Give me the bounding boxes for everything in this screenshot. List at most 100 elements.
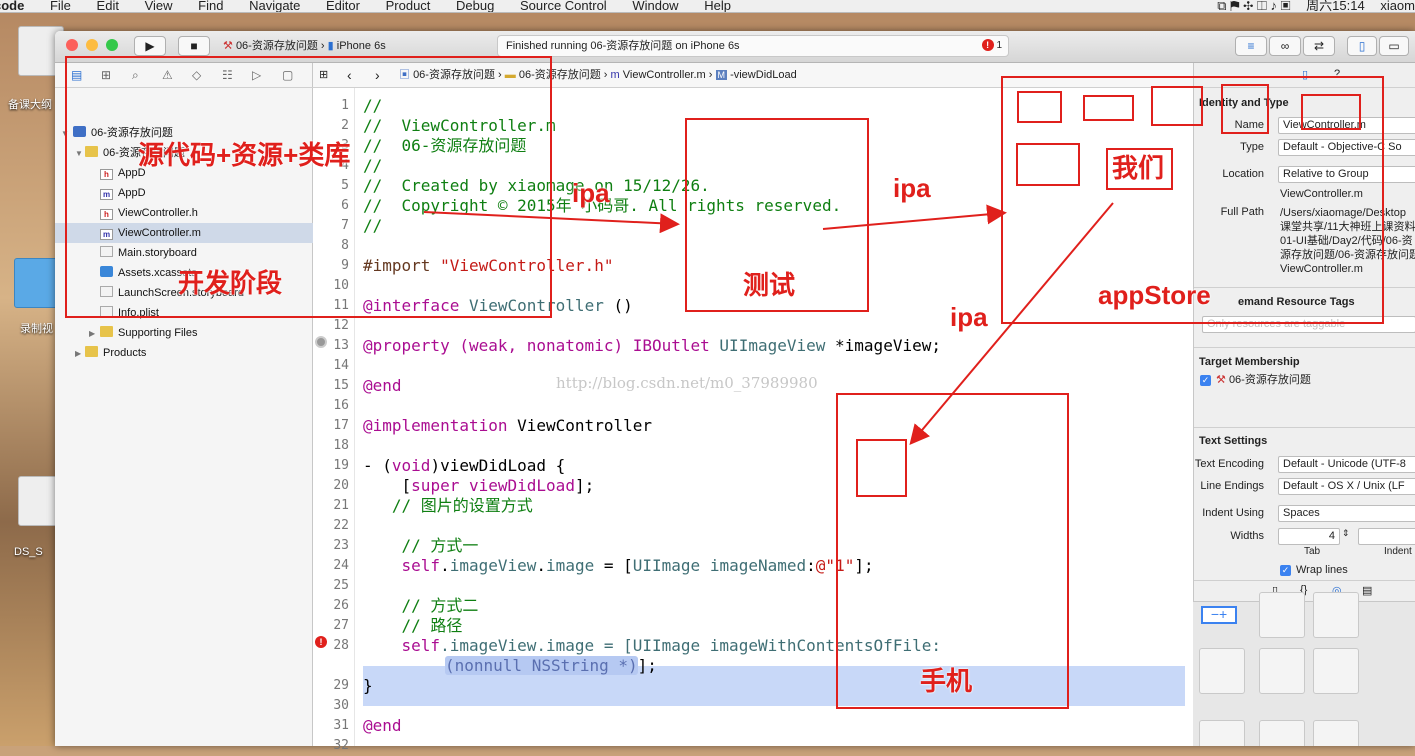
minimize-button[interactable] — [86, 39, 98, 51]
target-checkbox[interactable]: ✓ — [1200, 375, 1211, 386]
image-view-object-icon[interactable] — [1259, 648, 1305, 694]
indent-label: Indent — [1384, 546, 1412, 557]
line-number: 27 — [333, 618, 349, 633]
collection-object-icon[interactable] — [1313, 592, 1359, 638]
stepper-object-icon[interactable]: −+ — [1201, 606, 1237, 624]
run-button[interactable]: ▶ — [134, 36, 166, 56]
token: IBOutlet — [632, 336, 720, 355]
standard-editor-button[interactable]: ≡ — [1235, 36, 1267, 56]
toggle-navigator-button[interactable]: ▯ — [1347, 36, 1377, 56]
panel-bottom-icon: ▭ — [1388, 39, 1400, 53]
code-line: // 方式二 — [363, 596, 479, 615]
menu-find[interactable]: Find — [198, 0, 223, 12]
annotation-app-box — [1083, 95, 1134, 121]
line-number: 23 — [333, 538, 349, 553]
line-number: 17 — [333, 418, 349, 433]
disclosure-closed-icon[interactable]: ▶ — [89, 329, 95, 338]
wrap-checkbox[interactable]: ✓ — [1280, 565, 1291, 576]
user-name[interactable]: xiaom — [1380, 0, 1415, 13]
target-label: 06-资源存放问题 — [1228, 374, 1311, 386]
token: image — [546, 556, 595, 575]
menu-app-name[interactable]: code — [0, 0, 24, 12]
app-target-icon: ⚒ — [1216, 374, 1226, 386]
close-button[interactable] — [66, 39, 78, 51]
annotation-app-box — [1221, 84, 1269, 134]
token: )viewDidLoad { — [430, 456, 566, 475]
menu-source-control[interactable]: Source Control — [520, 0, 607, 12]
outlet-connection-icon[interactable] — [315, 336, 327, 348]
field-label: Text Encoding — [1194, 458, 1264, 470]
menu-navigate[interactable]: Navigate — [249, 0, 300, 12]
wrap-label: Wrap lines — [1296, 564, 1348, 576]
code-line: } — [363, 676, 373, 695]
menu-view[interactable]: View — [145, 0, 173, 12]
toggle-debug-button[interactable]: ▭ — [1379, 36, 1409, 56]
watermark: http://blog.csdn.net/m0_37989980 — [556, 374, 818, 392]
status-icons[interactable]: ⧉ ⚑ ✣ ◫ ♪ ▣ — [1217, 0, 1290, 13]
indent-width-field[interactable] — [1358, 528, 1415, 545]
token: : — [806, 556, 816, 575]
line-number: 18 — [333, 438, 349, 453]
annotation-app-box — [856, 439, 907, 497]
line-number: 29 — [333, 678, 349, 693]
tree-item-group[interactable]: Supporting Files — [100, 323, 198, 343]
encoding-select[interactable]: Default - Unicode (UTF-8 — [1278, 456, 1415, 473]
desktop-folder-icon[interactable] — [14, 258, 60, 308]
menu-file[interactable]: File — [50, 0, 71, 12]
object-library: −+ — [1193, 592, 1415, 746]
code-line: // 方式一 — [363, 536, 479, 555]
menu-debug[interactable]: Debug — [456, 0, 494, 12]
token: - ( — [363, 456, 392, 475]
line-number: 25 — [333, 578, 349, 593]
line-number: 19 — [333, 458, 349, 473]
code-line: (nonnull NSString *)]; — [445, 656, 657, 676]
error-marker-icon[interactable]: ! — [315, 636, 327, 648]
token: UIImageView — [719, 336, 826, 355]
venn-icon: ∞ — [1280, 39, 1290, 53]
text-view-object-icon[interactable] — [1259, 720, 1305, 746]
line-endings-select[interactable]: Default - OS X / Unix (LF — [1278, 478, 1415, 495]
token: (weak, nonatomic) — [459, 336, 633, 355]
annotation-we: 我们 — [1112, 153, 1165, 183]
stepper-icon[interactable]: ⇕ — [1342, 528, 1350, 539]
media-library-icon[interactable]: ▤ — [1362, 584, 1372, 597]
menu-editor[interactable]: Editor — [326, 0, 360, 12]
line-number: 12 — [333, 318, 349, 333]
menu-product[interactable]: Product — [386, 0, 431, 12]
library-object-icon[interactable] — [1199, 720, 1245, 746]
sidebar-left-icon: ▯ — [1358, 39, 1366, 53]
token: super — [411, 476, 460, 495]
breadcrumb-item[interactable]: -viewDidLoad — [730, 69, 797, 81]
line-number: 30 — [333, 698, 349, 713]
activity-status: Finished running 06-资源存放问题 on iPhone 6s — [506, 40, 740, 52]
annotation-source: 源代码+资源+类库 — [138, 140, 351, 170]
disclosure-closed-icon[interactable]: ▶ — [75, 349, 81, 358]
token: UIImage — [632, 556, 701, 575]
zoom-button[interactable] — [106, 39, 118, 51]
assistant-editor-button[interactable]: ∞ — [1269, 36, 1301, 56]
placeholder-token[interactable]: (nonnull NSString *) — [445, 656, 638, 675]
field-label: Widths — [1230, 530, 1264, 542]
grid-object-icon[interactable] — [1313, 648, 1359, 694]
calendar-object-icon[interactable] — [1313, 720, 1359, 746]
stop-button[interactable]: ■ — [178, 36, 210, 56]
method-icon: M — [715, 70, 728, 80]
table-object-icon[interactable] — [1259, 592, 1305, 638]
scheme-device: iPhone 6s — [336, 40, 386, 52]
tab-width-field[interactable]: 4 — [1278, 528, 1340, 545]
scheme-selector[interactable]: ⚒ 06-资源存放问题 › ▮ iPhone 6s — [223, 37, 386, 55]
tree-item-group[interactable]: Products — [85, 343, 146, 363]
menu-help[interactable]: Help — [704, 0, 731, 12]
scheme-project: 06-资源存放问题 — [235, 40, 318, 52]
menu-window[interactable]: Window — [632, 0, 678, 12]
breadcrumb-item[interactable]: ViewController.m — [623, 69, 706, 81]
stack-object-icon[interactable] — [1199, 648, 1245, 694]
error-badge[interactable]: ! 1 — [981, 39, 1002, 53]
version-editor-button[interactable]: ⇄ — [1303, 36, 1335, 56]
indent-select[interactable]: Spaces — [1278, 505, 1415, 522]
implementation-file-icon: m — [610, 69, 620, 81]
token: *imageView; — [825, 336, 941, 355]
menu-edit[interactable]: Edit — [97, 0, 119, 12]
clock-text[interactable]: 周六15:14 — [1306, 0, 1365, 13]
